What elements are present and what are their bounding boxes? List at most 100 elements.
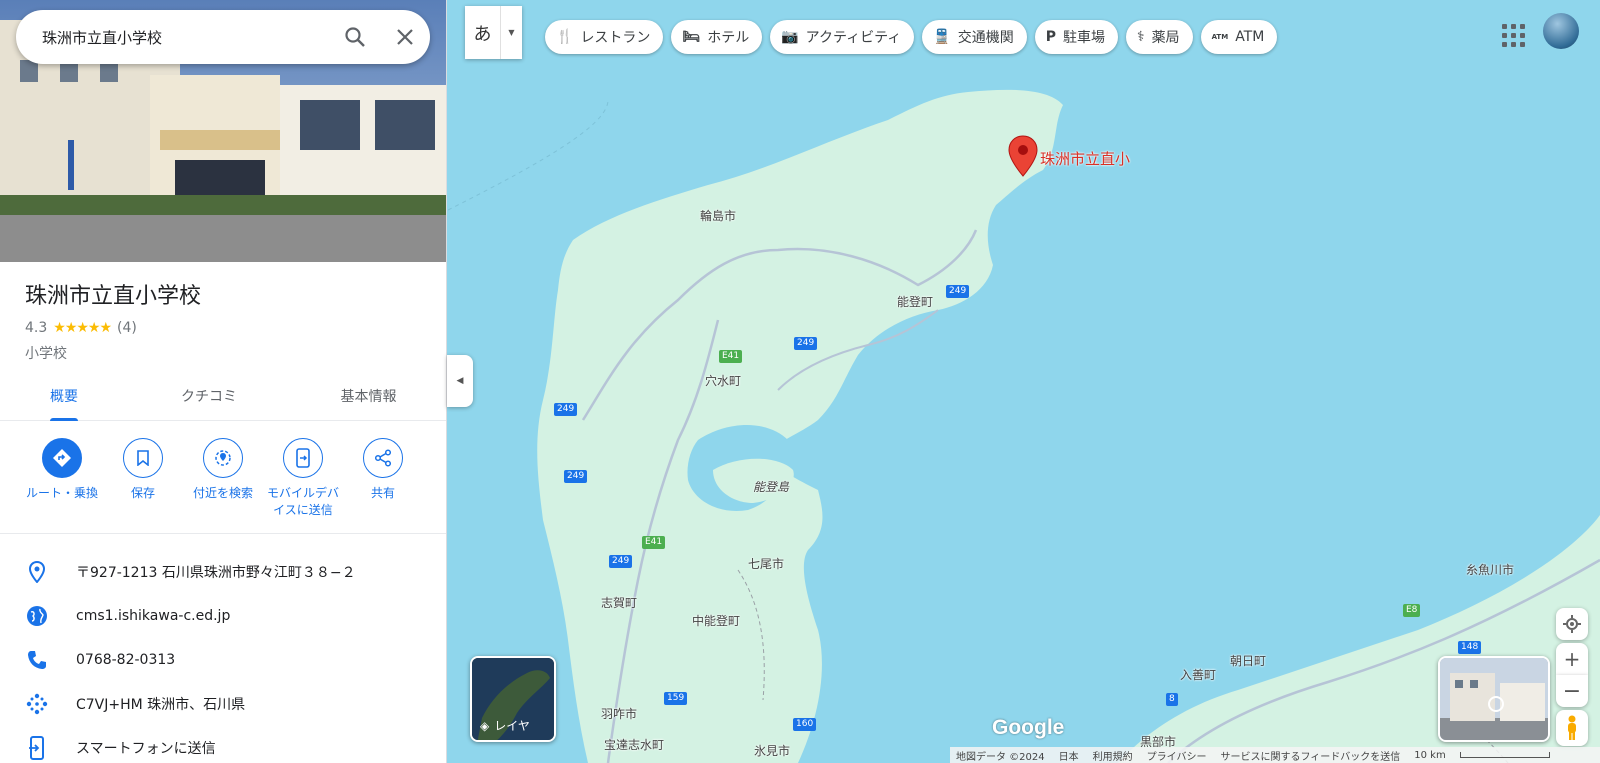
apps-grid-icon[interactable]	[1496, 18, 1526, 48]
search-box[interactable]: 珠洲市立直小学校	[16, 10, 430, 64]
chip-label: 駐車場	[1062, 30, 1105, 46]
layers-label-row: ◈ レイヤ	[480, 717, 530, 734]
map-place-label: 氷見市	[754, 744, 791, 758]
nearby-icon	[203, 438, 243, 478]
route-shield: 249	[946, 285, 970, 298]
map-place-label: 糸魚川市	[1466, 563, 1515, 577]
share-icon	[363, 438, 403, 478]
chip-parking[interactable]: P 駐車場	[1034, 20, 1118, 54]
layers-icon: ◈	[480, 718, 490, 733]
tab-reviews[interactable]: クチコミ	[128, 372, 290, 420]
map-place-label: 羽咋市	[601, 707, 638, 721]
pegman-icon[interactable]	[1556, 710, 1588, 746]
zoom-in-button[interactable]: +	[1556, 643, 1588, 675]
input-method-button[interactable]: あ ▼	[465, 6, 522, 59]
route-shield: E41	[642, 536, 666, 549]
region-link[interactable]: 日本	[1059, 748, 1079, 763]
category-chips: 🍴 レストラン 🛏 ホテル 📷 アクティビティ 🚆 交通機関 P 駐車場 ⚕ 薬局 ATM A…	[545, 20, 1278, 54]
map-footer: 地図データ ©2024 日本 利用規約 プライバシー サービスに関するフィードバ…	[950, 747, 1600, 763]
website-text: cms1.ishikawa-c.ed.jp	[76, 608, 231, 624]
terms-link[interactable]: 利用規約	[1093, 748, 1133, 763]
address-row[interactable]: 〒927-1213 石川県珠洲市野々江町３８−２	[0, 550, 446, 594]
action-label: ルート・乗換	[25, 486, 98, 500]
route-shield: 249	[609, 555, 633, 568]
route-shield: 160	[793, 718, 817, 731]
share-button[interactable]: 共有	[343, 438, 423, 502]
map-base	[448, 0, 1600, 763]
tab-about[interactable]: 基本情報	[290, 372, 446, 420]
send-to-phone-text: スマートフォンに送信	[76, 741, 216, 757]
train-icon: 🚆	[933, 29, 951, 45]
my-location-button[interactable]	[1556, 608, 1588, 640]
route-shield: 249	[794, 337, 818, 350]
route-shield: 148	[1458, 641, 1482, 654]
chevron-down-icon[interactable]: ▼	[501, 6, 522, 59]
route-shield: E8	[1403, 604, 1421, 617]
camera-icon: 📷	[781, 29, 799, 45]
nearby-button[interactable]: 付近を検索	[183, 438, 263, 502]
chip-atm[interactable]: ATM ATM	[1200, 20, 1278, 54]
action-label: 共有	[370, 486, 395, 500]
chip-label: 薬局	[1151, 30, 1180, 46]
privacy-link[interactable]: プライバシー	[1147, 748, 1207, 763]
location-pin-marker[interactable]	[1008, 135, 1038, 177]
search-button[interactable]	[330, 10, 380, 64]
route-shield: 8	[1166, 693, 1178, 706]
send-to-phone-icon	[283, 438, 323, 478]
layers-button[interactable]: ◈ レイヤ	[470, 656, 556, 742]
ime-label[interactable]: あ	[465, 6, 501, 59]
tab-overview[interactable]: 概要	[0, 372, 128, 420]
chip-label: 交通機関	[957, 30, 1014, 46]
review-count[interactable]: (4)	[117, 320, 137, 336]
send-to-phone-row[interactable]: スマートフォンに送信	[0, 726, 446, 763]
chevron-left-icon: ◀	[456, 376, 464, 386]
phone-text: 0768-82-0313	[76, 652, 176, 668]
directions-button[interactable]: ルート・乗換	[22, 438, 102, 502]
scale-label[interactable]: 10 km	[1414, 750, 1445, 761]
route-shield: 249	[554, 403, 578, 416]
place-title: 珠洲市立直小学校	[25, 284, 202, 309]
street-view-thumbnail[interactable]	[1438, 656, 1550, 742]
route-shield: 159	[664, 692, 688, 705]
website-row[interactable]: cms1.ishikawa-c.ed.jp	[0, 594, 446, 638]
star-rating-icon: ★★★★★	[53, 320, 112, 336]
map-place-label: 中能登町	[692, 614, 741, 628]
zoom-out-button[interactable]: −	[1556, 675, 1588, 707]
place-panel: 珠洲市立直小学校 珠洲市立直小学校 4.3 ★★★★★ (4) 小学校 概要 ク…	[0, 0, 447, 763]
action-buttons: ルート・乗換 保存 付近を検索 モバイルデバイスに送信 共有	[0, 438, 446, 534]
map-place-label: 輪島市	[700, 209, 737, 223]
clear-search-button[interactable]	[380, 10, 430, 64]
map-place-label: 入善町	[1180, 668, 1217, 682]
close-icon	[397, 29, 413, 45]
parking-icon: P	[1045, 29, 1056, 45]
chip-label: アクティビティ	[805, 30, 902, 46]
rating-row: 4.3 ★★★★★ (4)	[25, 320, 137, 336]
pin-label[interactable]: 珠洲市立直小	[1040, 148, 1130, 169]
address-text: 〒927-1213 石川県珠洲市野々江町３８−２	[76, 565, 356, 581]
chip-restaurant[interactable]: 🍴 レストラン	[545, 20, 664, 54]
map-place-label: 穴水町	[705, 374, 742, 388]
map-place-label: 宝達志水町	[604, 738, 665, 752]
plus-code-row[interactable]: C7VJ+HM 珠洲市、石川県	[0, 682, 446, 726]
feedback-link[interactable]: サービスに関するフィードバックを送信	[1220, 748, 1400, 763]
place-category[interactable]: 小学校	[25, 343, 67, 363]
place-info-list: 〒927-1213 石川県珠洲市野々江町３８−２ cms1.ishikawa-c…	[0, 550, 446, 763]
collapse-panel-button[interactable]: ◀	[447, 355, 473, 407]
map-place-label: 能登島	[753, 480, 790, 494]
send-to-device-button[interactable]: モバイルデバイスに送信	[263, 438, 343, 519]
map-place-label: 能登町	[897, 295, 934, 309]
chip-activity[interactable]: 📷 アクティビティ	[770, 20, 915, 54]
crosshair-icon	[1563, 615, 1581, 633]
chip-hotel[interactable]: 🛏 ホテル	[671, 20, 763, 54]
save-button[interactable]: 保存	[103, 438, 183, 502]
chip-transit[interactable]: 🚆 交通機関	[922, 20, 1027, 54]
phone-row[interactable]: 0768-82-0313	[0, 638, 446, 682]
search-input[interactable]: 珠洲市立直小学校	[42, 27, 330, 48]
street-view-image	[1440, 658, 1548, 740]
map-canvas[interactable]: 輪島市 能登町 穴水町 能登島 七尾市 志賀町 中能登町 羽咋市 宝達志水町 氷…	[448, 0, 1600, 763]
globe-icon	[0, 605, 76, 627]
chip-pharmacy[interactable]: ⚕ 薬局	[1125, 20, 1193, 54]
pharmacy-icon: ⚕	[1136, 29, 1145, 45]
map-place-label: 志賀町	[601, 596, 638, 610]
account-avatar[interactable]	[1543, 13, 1579, 49]
